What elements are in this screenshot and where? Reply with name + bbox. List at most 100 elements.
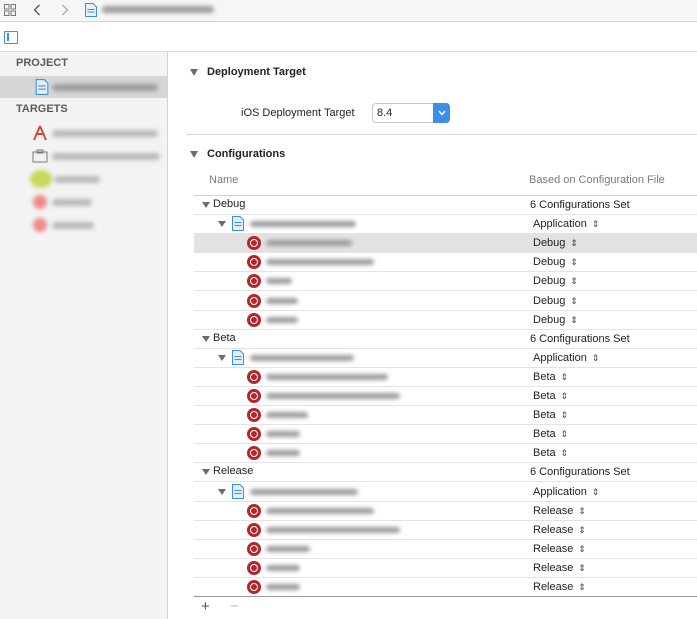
config-file-popup[interactable]: Release ⇕ bbox=[533, 505, 586, 517]
config-file-value: Application bbox=[533, 218, 587, 231]
config-file-popup[interactable]: Release ⇕ bbox=[533, 543, 586, 555]
up-down-stepper-icon: ⇕ bbox=[560, 371, 569, 382]
config-file-popup[interactable]: Application ⇕ bbox=[533, 486, 599, 498]
target-name bbox=[266, 316, 298, 323]
config-target-row[interactable]: Beta ⇕ bbox=[194, 425, 697, 445]
config-project-row[interactable]: Application ⇕ bbox=[194, 483, 697, 502]
sidebar-toggle-icon[interactable] bbox=[4, 31, 18, 44]
deployment-target-title: Deployment Target bbox=[207, 66, 306, 78]
target-icon bbox=[247, 255, 261, 270]
config-group-summary: 6 Configurations Set bbox=[530, 332, 630, 345]
config-file-popup[interactable]: Debug ⇕ bbox=[533, 314, 578, 326]
editor-toolbar bbox=[0, 23, 697, 52]
config-group-row[interactable]: Release 6 Configurations Set bbox=[194, 463, 697, 483]
config-file-value: Release bbox=[533, 523, 574, 536]
config-target-row[interactable]: Release ⇕ bbox=[194, 502, 697, 521]
config-group-summary: 6 Configurations Set bbox=[530, 199, 630, 211]
column-header-based-on[interactable]: Based on Configuration File bbox=[529, 174, 665, 186]
config-file-popup[interactable]: Beta ⇕ bbox=[533, 390, 568, 402]
target-icon bbox=[247, 580, 261, 594]
config-target-row[interactable]: Debug ⇕ bbox=[194, 311, 697, 330]
chevron-down-icon[interactable] bbox=[433, 103, 450, 123]
config-file-popup[interactable]: Beta ⇕ bbox=[533, 447, 568, 459]
config-target-row[interactable]: Debug ⇕ bbox=[194, 234, 697, 254]
config-target-row[interactable]: Debug ⇕ bbox=[194, 292, 697, 311]
config-group-name: Release bbox=[213, 465, 254, 478]
project-name bbox=[52, 84, 158, 91]
target-name bbox=[266, 393, 400, 399]
navigation-bar bbox=[0, 0, 697, 22]
target-name bbox=[52, 222, 94, 229]
target-icon bbox=[247, 236, 261, 251]
group-disclosure-icon[interactable] bbox=[202, 469, 210, 476]
config-project-row[interactable]: Application ⇕ bbox=[194, 215, 697, 235]
config-target-row[interactable]: Debug ⇕ bbox=[194, 253, 697, 273]
project-disclosure-icon[interactable] bbox=[218, 354, 226, 361]
config-target-row[interactable]: Release ⇕ bbox=[194, 521, 697, 540]
config-project-row[interactable]: Application ⇕ bbox=[194, 349, 697, 368]
sidebar-item-target-5[interactable] bbox=[0, 214, 167, 236]
config-file-popup[interactable]: Beta ⇕ bbox=[533, 409, 568, 421]
config-target-row[interactable]: Beta ⇕ bbox=[194, 387, 697, 406]
target-name bbox=[266, 240, 352, 247]
config-file-popup[interactable]: Release ⇕ bbox=[533, 581, 586, 593]
ios-deployment-target-label: iOS Deployment Target bbox=[241, 107, 355, 119]
sidebar-item-project[interactable] bbox=[0, 76, 167, 98]
config-file-popup[interactable]: Beta ⇕ bbox=[533, 371, 568, 383]
project-file-icon bbox=[35, 79, 49, 95]
group-disclosure-icon[interactable] bbox=[202, 335, 210, 342]
config-group-row[interactable]: Debug 6 Configurations Set bbox=[194, 196, 697, 215]
config-file-popup[interactable]: Release ⇕ bbox=[533, 562, 586, 574]
config-file-value: Beta bbox=[533, 409, 556, 422]
config-target-row[interactable]: Beta ⇕ bbox=[194, 406, 697, 426]
add-configuration-button[interactable]: + bbox=[201, 598, 210, 615]
config-group-row[interactable]: Beta 6 Configurations Set bbox=[194, 330, 697, 349]
config-file-value: Debug bbox=[533, 237, 566, 250]
deployment-disclosure-icon[interactable] bbox=[190, 69, 198, 76]
target-name bbox=[52, 130, 158, 137]
config-file-popup[interactable]: Debug ⇕ bbox=[533, 237, 578, 249]
target-icon bbox=[247, 541, 261, 556]
config-file-popup[interactable]: Release ⇕ bbox=[533, 524, 586, 536]
config-target-row[interactable]: Debug ⇕ bbox=[194, 272, 697, 292]
configurations-title: Configurations bbox=[207, 148, 286, 160]
config-target-row[interactable]: Beta ⇕ bbox=[194, 368, 697, 387]
sidebar-item-target-tests[interactable] bbox=[0, 168, 167, 190]
ios-deployment-target-popup[interactable]: 8.4 bbox=[372, 103, 450, 123]
project-disclosure-icon[interactable] bbox=[218, 221, 226, 228]
project-targets-sidebar: PROJECT TARGETS bbox=[0, 52, 168, 619]
target-name bbox=[266, 564, 300, 571]
up-down-stepper-icon: ⇕ bbox=[591, 486, 600, 497]
project-disclosure-icon[interactable] bbox=[218, 488, 226, 495]
target-name bbox=[266, 507, 374, 514]
config-target-row[interactable]: Release ⇕ bbox=[194, 540, 697, 559]
forward-chevron-icon[interactable] bbox=[58, 0, 72, 20]
config-file-popup[interactable]: Debug ⇕ bbox=[533, 275, 578, 287]
grid-icon[interactable] bbox=[2, 0, 18, 20]
target-icon bbox=[247, 389, 261, 403]
up-down-stepper-icon: ⇕ bbox=[560, 391, 569, 401]
config-file-popup[interactable]: Debug ⇕ bbox=[533, 295, 578, 307]
config-file-popup[interactable]: Application ⇕ bbox=[533, 218, 599, 230]
column-header-name[interactable]: Name bbox=[209, 174, 238, 186]
sidebar-item-target-app[interactable] bbox=[0, 122, 167, 144]
group-disclosure-icon[interactable] bbox=[202, 202, 210, 208]
config-target-row[interactable]: Release ⇕ bbox=[194, 578, 697, 597]
target-icon bbox=[33, 218, 47, 232]
configurations-disclosure-icon[interactable] bbox=[190, 151, 198, 158]
config-file-popup[interactable]: Debug ⇕ bbox=[533, 256, 578, 268]
up-down-stepper-icon: ⇕ bbox=[560, 448, 569, 459]
config-target-row[interactable]: Beta ⇕ bbox=[194, 444, 697, 464]
config-file-popup[interactable]: Beta ⇕ bbox=[533, 428, 568, 440]
sidebar-item-target-extension[interactable] bbox=[0, 145, 167, 167]
back-chevron-icon[interactable] bbox=[30, 0, 44, 20]
target-icon bbox=[247, 408, 261, 423]
config-file-popup[interactable]: Application ⇕ bbox=[533, 352, 599, 364]
remove-configuration-button[interactable]: − bbox=[230, 598, 239, 615]
up-down-stepper-icon: ⇕ bbox=[578, 562, 586, 573]
up-down-stepper-icon: ⇕ bbox=[560, 429, 569, 440]
sidebar-item-target-4[interactable] bbox=[0, 191, 167, 213]
breadcrumb-project-name[interactable] bbox=[102, 6, 214, 13]
up-down-stepper-icon: ⇕ bbox=[591, 352, 600, 363]
config-target-row[interactable]: Release ⇕ bbox=[194, 559, 697, 578]
